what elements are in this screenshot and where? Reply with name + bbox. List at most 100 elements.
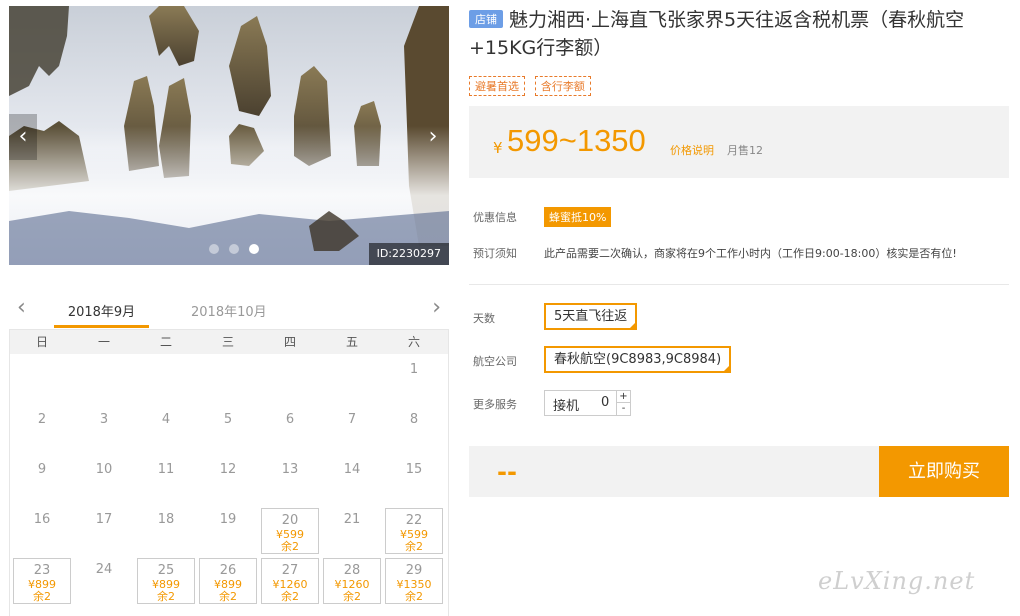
day-remaining: 余2 (405, 590, 423, 603)
day-number: 24 (95, 562, 113, 577)
weekday-header: 四 (283, 335, 296, 349)
calendar-day-available[interactable]: 25 ¥899 余2 (137, 558, 195, 604)
day-number: 12 (219, 462, 237, 477)
weekday-header: 五 (345, 335, 358, 349)
calendar-day-available[interactable]: 28 ¥1260 余2 (323, 558, 381, 604)
calendar-tab-october[interactable]: 2018年10月 (191, 301, 267, 320)
day-remaining: 余2 (405, 540, 423, 553)
site-watermark: eLvXing.net (818, 567, 976, 595)
calendar-tab-september[interactable]: 2018年9月 (54, 301, 149, 320)
calendar-day: 12 (199, 458, 257, 504)
product-title: 魅力湘西·上海直飞张家界5天往返含税机票（春秋航空+15KG行李额） (469, 9, 965, 59)
calendar-day: 8 (385, 408, 443, 454)
calendar-day-available[interactable]: 27 ¥1260 余2 (261, 558, 319, 604)
calendar-next-month-icon[interactable]: › (432, 295, 441, 320)
day-number: 13 (281, 462, 299, 477)
day-number: 29 (405, 563, 423, 578)
calendar-weekday-row: 日一二三四五六 (10, 330, 448, 354)
calendar-day: 10 (75, 458, 133, 504)
weekday-header: 六 (407, 335, 420, 349)
calendar-day-available[interactable]: 22 ¥599 余2 (385, 508, 443, 554)
day-remaining: 余2 (281, 540, 299, 553)
shop-tag: 店铺 (469, 10, 503, 28)
day-number: 7 (347, 412, 357, 427)
product-gallery: ‹ › ID:2230297 (9, 6, 449, 265)
calendar-day: 3 (75, 408, 133, 454)
calendar-day: 2 (13, 408, 71, 454)
calendar-grid: 日一二三四五六 1 2 3 4 5 6 7 8 9 10 11 12 13 14 15 16 17 18 19 20 ¥… (9, 329, 449, 616)
calendar-day: 11 (137, 458, 195, 504)
day-number: 22 (405, 513, 423, 528)
day-remaining: 余2 (33, 590, 51, 603)
calendar-day: 9 (13, 458, 71, 504)
calendar-day: 16 (13, 508, 71, 554)
day-number: 4 (161, 412, 171, 427)
day-number: 23 (33, 563, 51, 578)
day-number: 2 (37, 412, 47, 427)
day-remaining: 余2 (157, 590, 175, 603)
airline-label: 航空公司 (473, 355, 517, 368)
purchase-bar: -- 立即购买 (469, 446, 1009, 497)
day-number: 18 (157, 512, 175, 527)
calendar-prev-month-icon[interactable]: ‹ (17, 295, 26, 320)
chip-summer: 避暑首选 (469, 76, 525, 96)
day-number: 17 (95, 512, 113, 527)
gallery-dot-active[interactable] (248, 244, 259, 254)
divider (469, 284, 1009, 285)
gallery-prev-button[interactable]: ‹ (9, 114, 37, 160)
pickup-service-stepper: 接机 0 + - (544, 390, 631, 416)
calendar-day: 24 (75, 558, 133, 604)
calendar-day: 15 (385, 458, 443, 504)
calendar-day: 19 (199, 508, 257, 554)
calendar-header: ‹ 2018年9月 2018年10月 › (9, 291, 449, 329)
service-label: 更多服务 (473, 398, 517, 411)
days-option-selected[interactable]: 5天直飞往返 (544, 303, 638, 330)
day-number: 26 (219, 563, 237, 578)
price-range: 599~1350 (507, 123, 646, 158)
calendar-day-available[interactable]: 29 ¥1350 余2 (385, 558, 443, 604)
notice-text: 此产品需要二次确认，商家将在9个工作小时内（工作日9:00-18:00）核实是否… (544, 247, 957, 260)
price-currency: ¥ (493, 139, 503, 157)
calendar-day: 13 (261, 458, 319, 504)
calendar-day: 17 (75, 508, 133, 554)
day-remaining: 余2 (219, 590, 237, 603)
day-number: 21 (343, 512, 361, 527)
gallery-dot[interactable] (228, 244, 239, 254)
airline-option-selected[interactable]: 春秋航空(9C8983,9C8984) (544, 346, 732, 373)
calendar-day-available[interactable]: 23 ¥899 余2 (13, 558, 71, 604)
increment-button[interactable]: + (616, 391, 630, 403)
calendar-day: 21 (323, 508, 381, 554)
buy-now-button[interactable]: 立即购买 (879, 446, 1009, 497)
chip-luggage: 含行李额 (534, 76, 591, 96)
calendar-day: 6 (261, 408, 319, 454)
gallery-photo (9, 6, 449, 265)
monthly-sales: 月售12 (727, 144, 763, 157)
notice-label: 预订须知 (473, 247, 517, 260)
price-explain-link[interactable]: 价格说明 (670, 142, 714, 158)
days-label: 天数 (473, 312, 495, 325)
day-number: 6 (285, 412, 295, 427)
calendar-day-available[interactable]: 26 ¥899 余2 (199, 558, 257, 604)
pickup-quantity-value[interactable]: 0 (601, 395, 609, 410)
day-number: 3 (99, 412, 109, 427)
day-number: 16 (33, 512, 51, 527)
day-number: 1 (409, 362, 419, 377)
gallery-next-button[interactable]: › (419, 114, 447, 160)
day-number: 20 (281, 513, 299, 528)
pickup-service-name: 接机 (553, 399, 580, 414)
image-id-label: ID:2230297 (368, 243, 449, 265)
total-price: -- (497, 458, 517, 486)
calendar-day: 7 (323, 408, 381, 454)
product-title-block: 店铺 魅力湘西·上海直飞张家界5天往返含税机票（春秋航空+15KG行李额） (469, 6, 1009, 62)
day-number: 10 (95, 462, 113, 477)
day-number: 9 (37, 462, 47, 477)
day-number: 19 (219, 512, 237, 527)
calendar-day: 14 (323, 458, 381, 504)
calendar-day: 18 (137, 508, 195, 554)
day-number: 5 (223, 412, 233, 427)
day-number: 8 (409, 412, 419, 427)
calendar-day-available[interactable]: 20 ¥599 余2 (261, 508, 319, 554)
gallery-dot[interactable] (209, 244, 219, 254)
decrement-button[interactable]: - (616, 403, 630, 415)
day-number: 27 (281, 563, 299, 578)
